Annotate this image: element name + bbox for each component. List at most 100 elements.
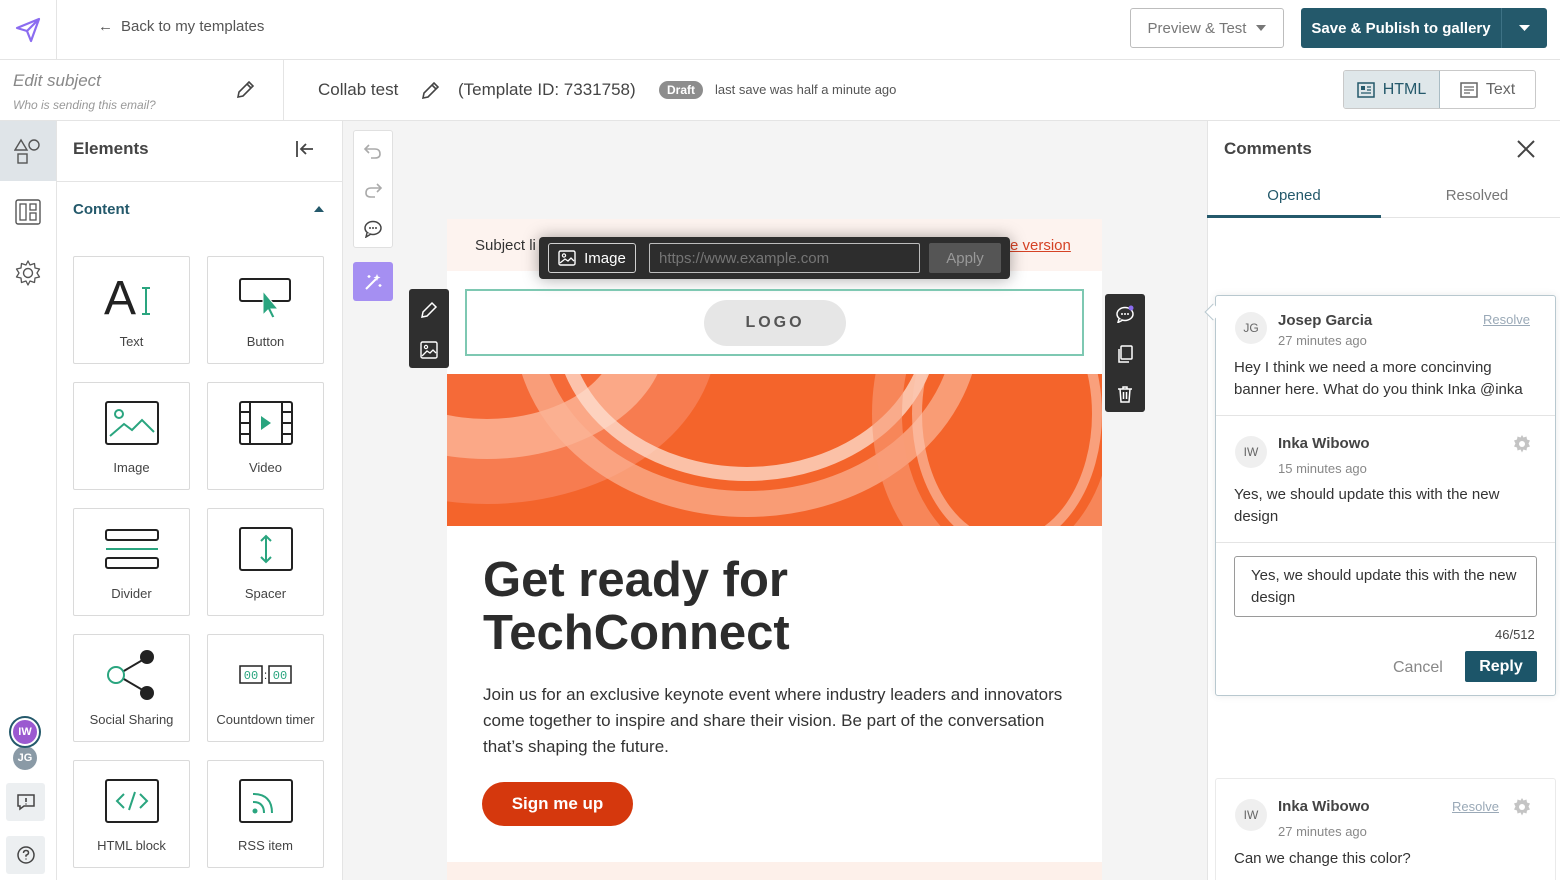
rail-settings-button[interactable]: [0, 243, 56, 303]
element-video[interactable]: Video: [207, 382, 324, 490]
element-label: Button: [246, 334, 285, 349]
comment-text: Yes, we should update this with the new …: [1234, 486, 1500, 525]
feedback-icon: [16, 794, 35, 811]
html-doc-icon: [1356, 81, 1375, 98]
tab-opened[interactable]: Opened: [1207, 187, 1381, 218]
commenter-avatar: IW: [1235, 436, 1267, 468]
edit-subject-button[interactable]: [235, 80, 255, 100]
image-icon: [74, 395, 189, 451]
publish-button-group: Save & Publish to gallery: [1301, 8, 1547, 48]
abstract-waves-image: [447, 374, 1102, 526]
reply-input[interactable]: Yes, we should update this with the new …: [1234, 556, 1537, 617]
close-comments-button[interactable]: [1515, 138, 1537, 160]
text-view-button[interactable]: Text: [1440, 71, 1535, 108]
avatar-initials: JG: [17, 752, 33, 764]
web-version-link[interactable]: e version: [1010, 237, 1071, 254]
email-body-text[interactable]: Join us for an exclusive keynote event w…: [483, 682, 1083, 760]
help-button[interactable]: [6, 836, 45, 874]
view-mode-toggle: HTML Text: [1343, 70, 1536, 109]
app-logo[interactable]: [0, 0, 57, 60]
element-button[interactable]: Button: [207, 256, 324, 364]
logo-placeholder[interactable]: LOGO: [704, 300, 846, 346]
publish-options-button[interactable]: [1502, 8, 1547, 48]
subject-title: Edit subject: [13, 71, 101, 90]
caret-down-icon: [1256, 25, 1267, 31]
element-countdown-timer[interactable]: 00 00: Countdown timer: [207, 634, 324, 742]
comment-text: Can we change this color?: [1234, 850, 1411, 867]
rss-icon: [208, 773, 323, 829]
avatar-iw[interactable]: IW: [11, 718, 39, 746]
char-counter: 46/512: [1495, 627, 1535, 642]
delete-block-button[interactable]: [1105, 374, 1145, 413]
cancel-button[interactable]: Cancel: [1393, 659, 1443, 677]
comments-toggle-button[interactable]: [353, 209, 393, 248]
reply-button[interactable]: Reply: [1465, 651, 1537, 682]
comment-time: 27 minutes ago: [1278, 333, 1367, 348]
element-divider[interactable]: Divider: [73, 508, 190, 616]
comment-divider: [1216, 542, 1555, 543]
preview-test-button[interactable]: Preview & Test: [1130, 8, 1284, 48]
apply-button[interactable]: Apply: [929, 243, 1001, 273]
element-label: Image: [113, 460, 150, 475]
publish-label: Save & Publish to gallery: [1311, 19, 1491, 37]
content-section-label[interactable]: Content: [73, 201, 130, 218]
commenter-name: Inka Wibowo: [1278, 798, 1370, 815]
subject-subtitle: Who is sending this email?: [13, 98, 156, 112]
tab-resolved[interactable]: Resolved: [1390, 187, 1560, 218]
resolve-link[interactable]: Resolve: [1483, 312, 1530, 327]
avatar-initials: IW: [18, 726, 32, 738]
redo-button[interactable]: [353, 170, 393, 209]
duplicate-block-button[interactable]: [1105, 334, 1145, 373]
element-social-sharing[interactable]: Social Sharing: [73, 634, 190, 742]
sign-up-button[interactable]: Sign me up: [482, 782, 633, 826]
rail-elements-button[interactable]: [0, 121, 56, 181]
caret-down-icon: [1519, 25, 1530, 31]
block-comment-button[interactable]: [1105, 294, 1145, 333]
comment-icon: [364, 220, 382, 238]
comments-title: Comments: [1224, 139, 1312, 158]
element-image[interactable]: Image: [73, 382, 190, 490]
image-icon: [558, 250, 576, 266]
ai-assistant-button[interactable]: [353, 262, 393, 301]
commenter-avatar: JG: [1235, 312, 1267, 344]
commenter-name: Inka Wibowo: [1278, 435, 1370, 452]
comment-options-button[interactable]: [1512, 434, 1532, 454]
element-html-block[interactable]: HTML block: [73, 760, 190, 868]
content-section-toggle[interactable]: [314, 206, 324, 212]
gear-icon: [1514, 798, 1530, 816]
edit-template-name-button[interactable]: [420, 81, 440, 101]
undo-button[interactable]: [353, 131, 393, 170]
arrow-left-icon: ←: [98, 18, 113, 35]
text-icon: A: [74, 269, 189, 325]
collapse-panel-button[interactable]: [294, 138, 316, 160]
avatar-jg[interactable]: JG: [11, 744, 39, 772]
element-label: HTML block: [97, 838, 166, 853]
back-to-templates-link[interactable]: ← Back to my templates: [98, 18, 264, 35]
gear-icon: [1514, 435, 1530, 453]
element-label: Countdown timer: [216, 712, 315, 727]
hero-banner-image[interactable]: [447, 374, 1102, 526]
element-rss-item[interactable]: RSS item: [207, 760, 324, 868]
element-text[interactable]: A Text: [73, 256, 190, 364]
commenter-avatar: IW: [1235, 799, 1267, 831]
feedback-button[interactable]: [6, 783, 45, 821]
collapse-left-icon: [296, 141, 313, 157]
text-view-label: Text: [1485, 80, 1516, 98]
share-icon: [74, 647, 189, 703]
comment-options-button[interactable]: [1512, 797, 1532, 817]
image-url-input[interactable]: [649, 243, 920, 273]
element-spacer[interactable]: Spacer: [207, 508, 324, 616]
rail-layout-button[interactable]: [0, 182, 56, 242]
magic-wand-icon: [365, 273, 382, 290]
email-headline[interactable]: Get ready for TechConnect: [483, 554, 1083, 660]
pencil-icon: [421, 81, 440, 100]
replace-image-button[interactable]: [409, 330, 449, 369]
settings-icon: [15, 260, 41, 286]
save-publish-button[interactable]: Save & Publish to gallery: [1301, 8, 1502, 48]
image-type-button[interactable]: Image: [548, 243, 636, 273]
edit-block-button[interactable]: [409, 290, 449, 329]
html-view-button[interactable]: HTML: [1344, 71, 1440, 108]
resolve-link[interactable]: Resolve: [1452, 799, 1499, 814]
template-name: Collab test: [318, 80, 399, 99]
element-label: Divider: [111, 586, 152, 601]
